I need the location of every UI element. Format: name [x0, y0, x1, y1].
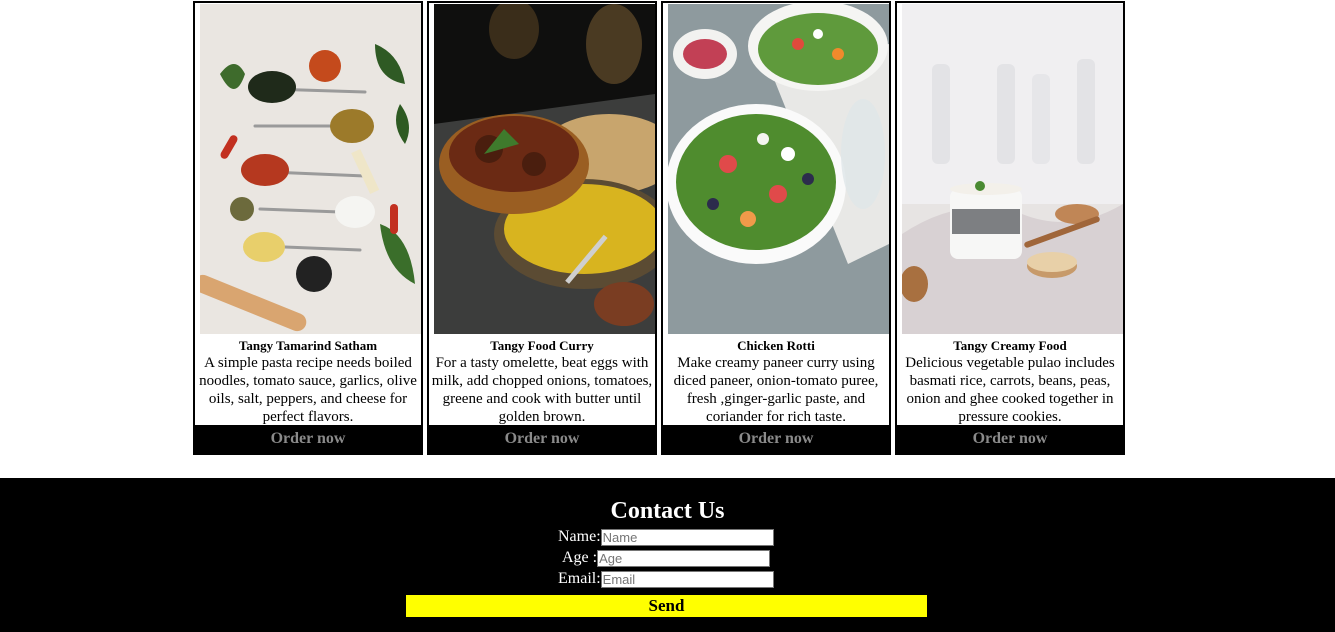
- age-label: Age :: [562, 549, 598, 566]
- name-input[interactable]: [600, 528, 774, 546]
- food-description: Make creamy paneer curry using diced pan…: [673, 355, 879, 425]
- food-card: Tangy Food Curry For a tasty omelette, b…: [427, 1, 657, 455]
- food-description: A simple pasta recipe needs boiled noodl…: [199, 355, 417, 425]
- email-row: Email:: [558, 569, 774, 589]
- name-row: Name:: [558, 527, 774, 547]
- food-photo-salad: [668, 4, 889, 334]
- food-title: Chicken Rotti: [737, 338, 815, 353]
- order-now-button[interactable]: Order now: [195, 425, 421, 453]
- email-input[interactable]: [600, 570, 774, 588]
- food-card-list: Tangy Tamarind Satham A simple pasta rec…: [193, 1, 1125, 455]
- name-label: Name:: [558, 528, 601, 545]
- food-title: Tangy Food Curry: [490, 338, 594, 353]
- food-card: Chicken Rotti Make creamy paneer curry u…: [661, 1, 891, 455]
- contact-footer: Contact Us Name: Age : Email: Send: [0, 478, 1335, 632]
- order-now-button[interactable]: Order now: [663, 425, 889, 453]
- food-card: Tangy Creamy Food Delicious vegetable pu…: [895, 1, 1125, 455]
- food-photo-pudding: [902, 4, 1123, 334]
- send-button[interactable]: Send: [406, 595, 927, 617]
- food-photo-spices: [200, 4, 421, 334]
- food-title: Tangy Tamarind Satham: [238, 338, 378, 353]
- contact-heading: Contact Us: [610, 498, 725, 524]
- order-now-button[interactable]: Order now: [429, 425, 655, 453]
- food-description: Delicious vegetable pulao includes basma…: [905, 355, 1115, 425]
- order-now-button[interactable]: Order now: [897, 425, 1123, 453]
- age-row: Age :: [562, 548, 771, 568]
- email-label: Email:: [558, 570, 601, 587]
- food-title: Tangy Creamy Food: [953, 338, 1067, 353]
- food-card: Tangy Tamarind Satham A simple pasta rec…: [193, 1, 423, 455]
- food-photo-curry: [434, 4, 655, 334]
- age-input[interactable]: [597, 549, 771, 567]
- food-description: For a tasty omelette, beat eggs with mil…: [431, 355, 653, 425]
